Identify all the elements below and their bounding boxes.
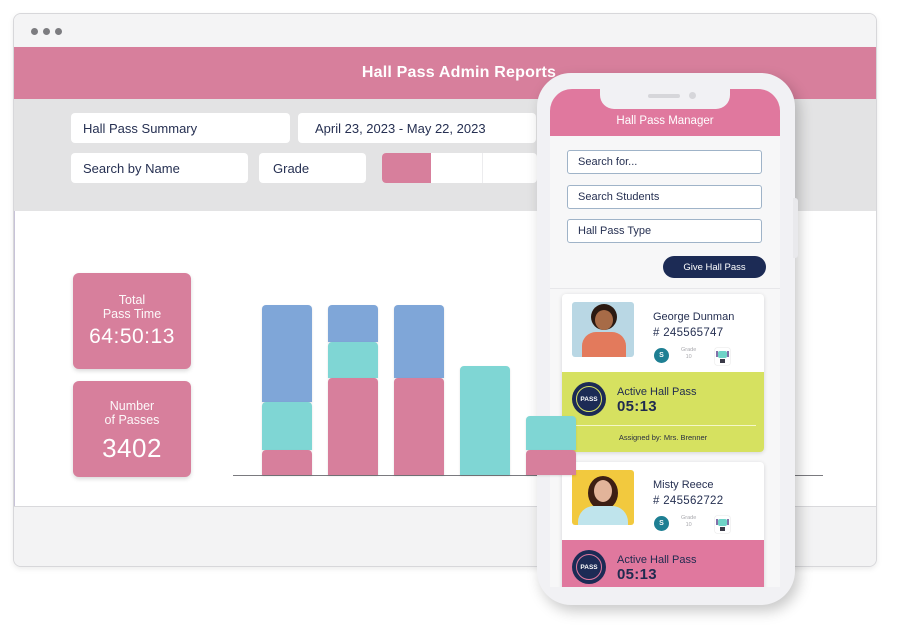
stat-label: Number of Passes: [104, 399, 160, 427]
student-name: Misty Reece: [653, 479, 714, 491]
student-status-badge: S: [654, 516, 669, 531]
phone-header: Hall Pass Manager: [550, 89, 780, 136]
stat-label: Total Pass Time: [102, 293, 162, 321]
student-id: # 245565747: [653, 327, 724, 339]
pass-seal-icon: PASS: [572, 382, 606, 416]
bar-4: [460, 366, 510, 475]
robot-base-shape: [720, 527, 725, 531]
pass-seal-icon: PASS: [572, 550, 606, 584]
speaker-icon: [648, 94, 680, 98]
bar-segment-teal: [460, 366, 510, 475]
robot-avatar-icon: [715, 348, 730, 365]
search-for-input[interactable]: Search for...: [567, 150, 762, 174]
robot-base-shape: [720, 359, 725, 363]
grade-caption: Grade: [681, 515, 697, 521]
window-control-dot[interactable]: [43, 28, 50, 35]
bar-segment-teal: [526, 415, 576, 450]
robot-arm-shape: [727, 519, 729, 525]
assigned-by: Assigned by: Mrs. Brenner: [618, 433, 708, 442]
body-shape: [582, 332, 626, 357]
grade-label: Grade 10: [681, 515, 696, 529]
pass-seal-text: PASS: [576, 554, 602, 580]
phone-mockup: Hall Pass Manager Search for... Search S…: [537, 73, 798, 605]
active-pass-panel: PASS Active Hall Pass 05:13: [562, 540, 764, 587]
student-name: George Dunman: [653, 311, 735, 323]
pass-timer: 05:13: [617, 398, 657, 415]
student-card[interactable]: George Dunman # 245565747 S Grade 10 PAS…: [562, 294, 764, 452]
bar-segment-pink: [394, 378, 444, 475]
bar-segment-pink: [526, 449, 576, 475]
pass-seal-text: PASS: [576, 386, 602, 412]
bar-segment-teal: [328, 342, 378, 379]
window-control-dot[interactable]: [31, 28, 38, 35]
bar-segment-teal: [262, 401, 312, 450]
pass-timer: 05:13: [617, 566, 657, 583]
page-title: Hall Pass Admin Reports: [361, 64, 557, 81]
date-range-picker[interactable]: April 23, 2023 - May 22, 2023: [298, 113, 536, 143]
total-pass-time-card: Total Pass Time 64:50:13: [73, 273, 191, 369]
grade-value: 10: [685, 354, 692, 360]
pass-status: Active Hall Pass: [617, 386, 697, 398]
student-id: # 245562722: [653, 495, 724, 507]
active-pass-panel: PASS Active Hall Pass 05:13 Assigned by:…: [562, 372, 764, 452]
divider: [550, 288, 780, 289]
view-toggle[interactable]: [382, 153, 537, 183]
search-by-name-input[interactable]: Search by Name: [71, 153, 248, 183]
grade-caption: Grade: [681, 347, 697, 353]
pass-status: Active Hall Pass: [617, 554, 697, 566]
student-status-badge: S: [654, 348, 669, 363]
stat-value: 64:50:13: [89, 325, 175, 348]
hall-pass-type-select[interactable]: Hall Pass Type: [567, 219, 762, 243]
bar-1: [262, 305, 312, 475]
robot-face-shape: [718, 519, 727, 526]
student-photo: [572, 302, 634, 357]
bar-segment-pink: [328, 378, 378, 475]
phone-screen: Hall Pass Manager Search for... Search S…: [550, 89, 780, 587]
phone-notch: [600, 89, 730, 109]
report-type-select[interactable]: Hall Pass Summary: [71, 113, 290, 143]
grade-label: Grade 10: [681, 347, 696, 361]
bar-segment-blue: [394, 305, 444, 379]
body-shape: [578, 506, 628, 525]
robot-avatar-icon: [715, 516, 730, 533]
grade-value: 10: [685, 522, 692, 528]
search-students-input[interactable]: Search Students: [567, 185, 762, 209]
browser-title-bar: [14, 14, 876, 46]
view-toggle-divider: [482, 153, 483, 183]
robot-face-shape: [718, 351, 727, 358]
grade-select[interactable]: Grade: [259, 153, 366, 183]
bar-segment-blue: [328, 305, 378, 343]
phone-side-button: [793, 198, 798, 258]
camera-icon: [689, 92, 696, 99]
number-of-passes-card: Number of Passes 3402: [73, 381, 191, 477]
bar-segment-blue: [262, 305, 312, 402]
student-photo: [572, 470, 634, 525]
divider: [570, 425, 756, 426]
student-card[interactable]: Misty Reece # 245562722 S Grade 10 PASS …: [562, 462, 764, 587]
bar-2: [328, 305, 378, 475]
give-hall-pass-button[interactable]: Give Hall Pass: [663, 256, 766, 278]
face-shape: [594, 480, 612, 502]
stat-value: 3402: [102, 433, 162, 463]
bar-5: [526, 415, 576, 475]
face-shape: [595, 310, 613, 330]
bar-segment-pink: [262, 449, 312, 475]
view-toggle-option-active[interactable]: [382, 153, 431, 183]
window-control-dot[interactable]: [55, 28, 62, 35]
bar-3: [394, 305, 444, 475]
robot-arm-shape: [727, 351, 729, 357]
phone-app-title: Hall Pass Manager: [616, 115, 714, 127]
